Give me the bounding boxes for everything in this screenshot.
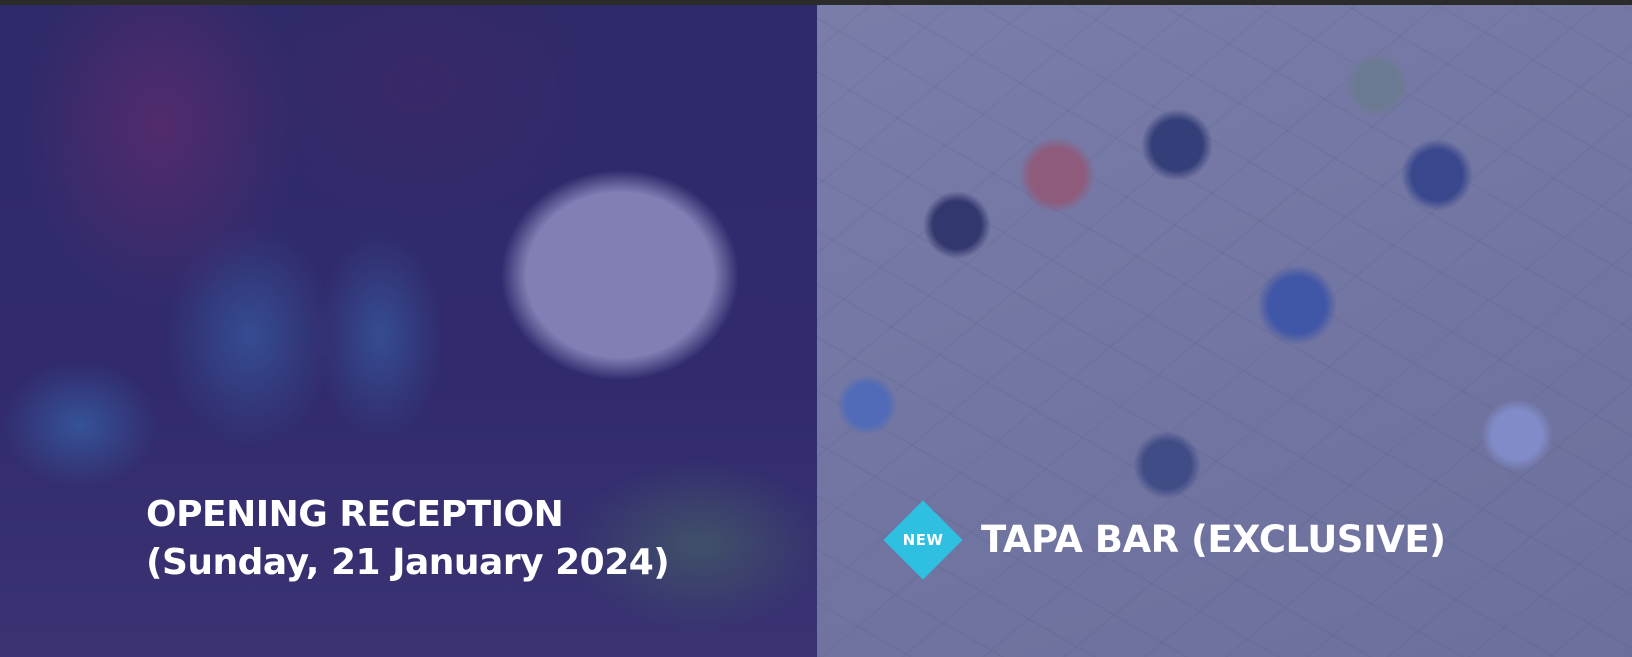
tapa-bar-heading: NEW TAPA BAR (EXCLUSIVE): [883, 500, 1446, 580]
opening-reception-date: (Sunday, 21 January 2024): [146, 542, 670, 583]
new-badge-label: NEW: [902, 531, 944, 549]
tapa-bar-title: TAPA BAR (EXCLUSIVE): [981, 518, 1446, 561]
tapa-bar-card[interactable]: NEW TAPA BAR (EXCLUSIVE): [817, 5, 1632, 657]
new-badge: NEW: [883, 500, 963, 580]
opening-reception-title-line1: OPENING RECEPTION: [146, 494, 564, 535]
opening-reception-title: OPENING RECEPTION (Sunday, 21 January 20…: [146, 491, 670, 587]
opening-reception-card[interactable]: OPENING RECEPTION (Sunday, 21 January 20…: [0, 5, 817, 657]
